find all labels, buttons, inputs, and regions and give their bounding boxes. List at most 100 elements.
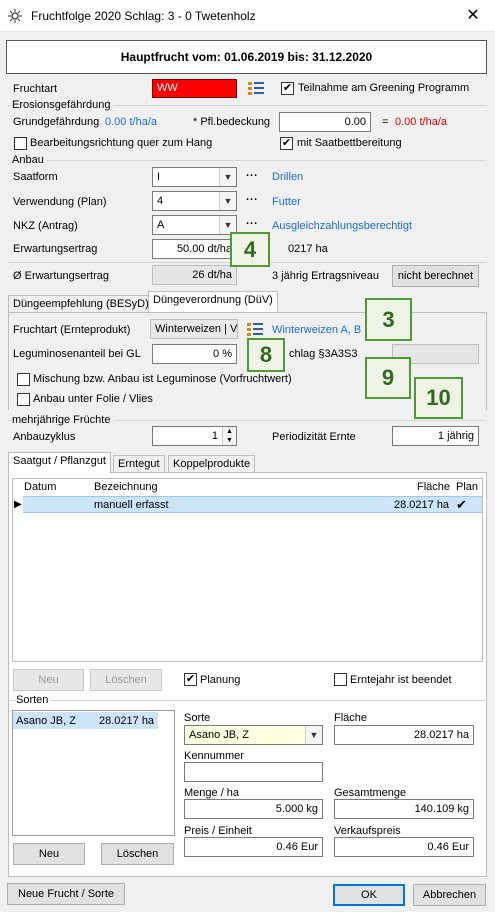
tab-saatgut[interactable]: Saatgut / Pflanzgut: [8, 452, 111, 473]
grid-loeschen-button[interactable]: Löschen: [90, 669, 162, 691]
kennnummer-label: Kennummer: [184, 750, 244, 762]
saatform-value: I: [157, 171, 161, 183]
abbrechen-button[interactable]: Abbrechen: [413, 884, 486, 906]
erwartungsertrag-label: Erwartungsertrag: [13, 243, 98, 255]
sorte-value: Asano JB, Z: [189, 729, 249, 741]
grid-header-flaeche: Fläche: [417, 481, 451, 493]
nkz-description: Ausgleichzahlungsberechtigt: [272, 220, 413, 232]
row-flaeche: 28.0217 ha: [394, 499, 450, 511]
erosion-group-title: Erosionsgefährdung: [12, 99, 114, 111]
periodizitaet-input[interactable]: 1 jährig: [392, 426, 479, 446]
mehrjaehrig-group-title: mehrjährige Früchte: [12, 414, 114, 426]
saatbett-checkbox[interactable]: ✔: [280, 137, 293, 150]
verwendung-description: Futter: [272, 196, 301, 208]
chevron-down-icon: ▼: [219, 168, 236, 186]
chevron-down-icon: ▼: [219, 192, 236, 210]
equals-sign: =: [382, 116, 389, 128]
fruchtart-input[interactable]: WW: [152, 79, 237, 98]
mischung-label: Mischung bzw. Anbau ist Leguminose (Vorf…: [33, 373, 292, 385]
nkz-label: NKZ (Antrag): [13, 220, 78, 232]
pflanzenbedeckung-label: * Pfl.bedeckung: [193, 116, 271, 128]
verwendung-label: Verwendung (Plan): [13, 196, 107, 208]
grundgefaehrdung-value: 0.00 t/ha/a: [105, 116, 157, 128]
fruchtart-ernteprodukt-description: Winterweizen A, B: [272, 324, 362, 336]
leguminosenanteil-input[interactable]: 0 %: [152, 344, 237, 364]
annotation-badge-9: 9: [365, 357, 411, 399]
tab-koppelprodukte[interactable]: Koppelprodukte: [168, 455, 256, 473]
preis-input[interactable]: 0.46 Eur: [184, 837, 323, 857]
folie-checkbox[interactable]: [17, 393, 30, 406]
planung-checkbox[interactable]: ✔: [184, 673, 197, 686]
nkz-more-button[interactable]: ...: [246, 215, 258, 227]
tab-duengeverordnung[interactable]: Düngeverordnung (DüV): [148, 291, 278, 312]
annotation-badge-4: 4: [230, 232, 270, 267]
anbauzyklus-value: 1: [211, 430, 218, 442]
annotation-badge-8: 8: [247, 338, 285, 372]
tab-erntegut[interactable]: Erntegut: [113, 455, 165, 473]
fruchtart-label: Fruchtart: [13, 83, 58, 95]
ertragsniveau-label: 3 jährig Ertragsniveau: [272, 270, 380, 282]
flaeche-input[interactable]: 28.0217 ha: [334, 725, 474, 745]
greening-label: Teilnahme am Greening Programm: [298, 82, 470, 94]
grundgefaehrdung-label: Grundgefährdung: [13, 116, 100, 128]
grid-header-bezeichnung: Bezeichnung: [94, 481, 158, 493]
erntejahr-checkbox[interactable]: [334, 673, 347, 686]
grid-header-plan: Plan: [456, 481, 479, 493]
mischung-checkbox[interactable]: [17, 373, 30, 386]
erosion-result: 0.00 t/ha/a: [395, 116, 447, 128]
window-title: Fruchtfolge 2020 Schlag: 3 - 0 Twetenhol…: [31, 9, 256, 23]
anbau-group-line: [8, 160, 487, 161]
verkaufspreis-input[interactable]: 0.46 Eur: [334, 837, 474, 857]
spinner-arrows-icon[interactable]: ▲ ▼: [222, 427, 236, 445]
erntejahr-label: Erntejahr ist beendet: [350, 674, 452, 686]
greening-checkbox[interactable]: ✔: [281, 82, 294, 95]
saatform-label: Saatform: [13, 171, 58, 183]
saatform-more-button[interactable]: ...: [246, 167, 258, 179]
periodizitaet-label: Periodizität Ernte: [272, 431, 356, 443]
avg-ertrag-value: 26 dt/ha: [152, 265, 237, 285]
sorten-item-flaeche: 28.0217 ha: [99, 715, 155, 727]
gesamtmenge-input[interactable]: 140.109 kg: [334, 799, 474, 819]
row-plan-check-icon: ✔: [456, 497, 467, 512]
fruchtart-ernteprodukt-label: Fruchtart (Ernteprodukt): [13, 324, 131, 336]
planung-label: Planung: [200, 674, 241, 686]
saatform-select[interactable]: I ▼: [152, 167, 237, 187]
ertragsniveau-button[interactable]: nicht berechnet: [392, 265, 479, 287]
bearbeitung-checkbox[interactable]: [14, 137, 27, 150]
tab-duengeempfehlung[interactable]: Düngeempfehlung (BESyD): [8, 295, 154, 313]
sorte-select[interactable]: Asano JB, Z ▼: [184, 725, 323, 745]
close-button[interactable]: ✕: [460, 4, 486, 28]
verwendung-more-button[interactable]: ...: [246, 191, 258, 203]
anbau-group-title: Anbau: [12, 154, 47, 166]
saatform-description: Drillen: [272, 171, 304, 183]
sorten-neu-button[interactable]: Neu: [13, 843, 85, 865]
zuschlag-label: chlag §3A3S3: [289, 348, 358, 360]
anbauzyklus-spinner[interactable]: 1 ▲ ▼: [152, 426, 237, 446]
row-pointer-icon: ▶: [14, 499, 22, 510]
menge-input[interactable]: 5.000 kg: [184, 799, 323, 819]
pflanzenbedeckung-input[interactable]: 0.00: [279, 112, 371, 132]
sorte-label: Sorte: [184, 712, 211, 724]
main-crop-period: Hauptfrucht vom: 01.06.2019 bis: 31.12.2…: [6, 40, 487, 74]
sorten-group-line: [8, 700, 487, 701]
chevron-down-icon: ▼: [305, 726, 322, 744]
grid-neu-button[interactable]: Neu: [13, 669, 84, 691]
erwartungsertrag-input[interactable]: 50.00 dt/ha: [152, 239, 237, 259]
annotation-badge-3: 3: [365, 298, 412, 341]
nkz-select[interactable]: A ▼: [152, 215, 237, 235]
saatbett-label: mit Saatbettbereitung: [297, 137, 402, 149]
verwendung-select[interactable]: 4 ▼: [152, 191, 237, 211]
annotation-badge-10: 10: [414, 377, 463, 419]
ok-button[interactable]: OK: [333, 884, 405, 906]
avg-ertrag-label: Ø Erwartungsertrag: [13, 270, 109, 282]
list-tool-icon[interactable]: [248, 81, 264, 95]
sorten-group-title: Sorten: [16, 694, 52, 706]
neue-frucht-button[interactable]: Neue Frucht / Sorte: [7, 883, 125, 905]
bearbeitung-label: Bearbeitungsrichtung quer zum Hang: [30, 137, 213, 149]
fruchtart-ernteprodukt-value: Winterweizen | V: [150, 319, 238, 339]
sorten-loeschen-button[interactable]: Löschen: [101, 843, 174, 865]
list-tool-icon[interactable]: [247, 322, 263, 336]
sorten-item-name: Asano JB, Z: [16, 715, 76, 727]
kennnummer-input[interactable]: [184, 762, 323, 782]
gesamtmenge-label: Gesamtmenge: [334, 787, 407, 799]
